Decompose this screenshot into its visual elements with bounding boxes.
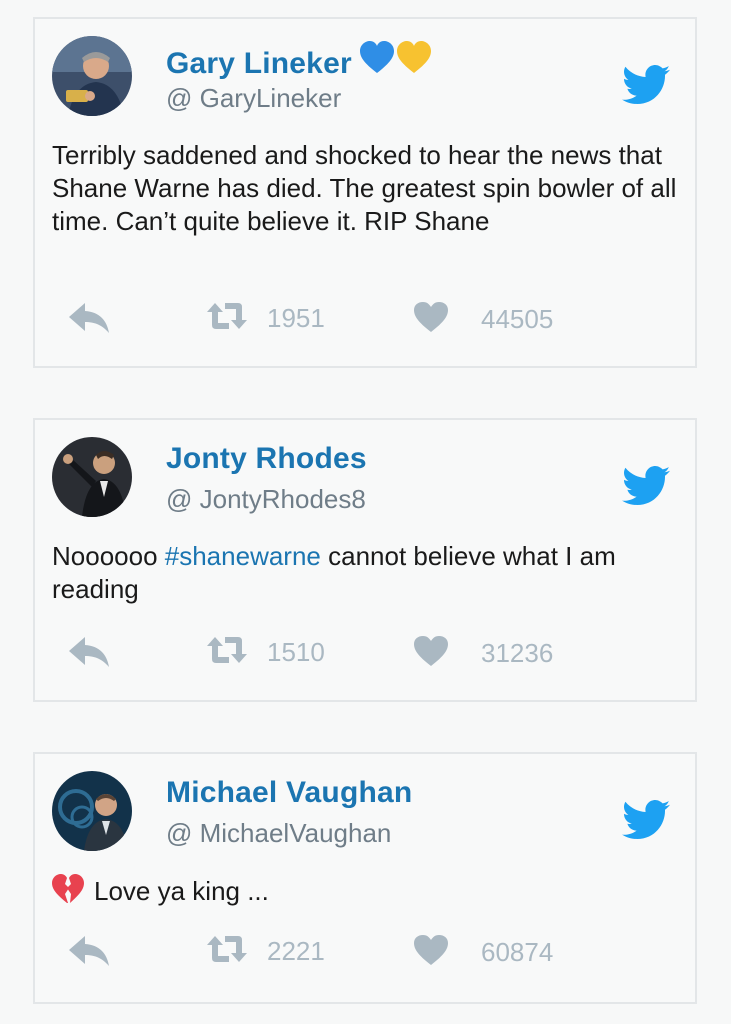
- retweet-count: 1510: [267, 637, 325, 667]
- reply-button[interactable]: [67, 934, 111, 973]
- like-button[interactable]: 60874: [413, 934, 553, 971]
- retweet-button[interactable]: 2221: [205, 934, 325, 969]
- user-name[interactable]: Gary Lineker: [166, 41, 432, 83]
- like-count: 60874: [481, 937, 554, 967]
- tweet-card[interactable]: Jonty Rhodes @ JontyRhodes8 Noooooo #sha…: [33, 418, 697, 702]
- retweet-count: 1951: [267, 303, 325, 333]
- avatar[interactable]: [52, 36, 132, 116]
- user-handle[interactable]: @ GaryLineker: [166, 83, 341, 114]
- retweet-icon: [205, 301, 249, 336]
- tweet-actions: 2221 60874: [35, 934, 695, 974]
- reply-arrow-icon: [67, 301, 111, 340]
- user-name[interactable]: Michael Vaughan: [166, 776, 412, 810]
- tweet-text-body: Love ya king ...: [94, 876, 269, 906]
- like-count: 31236: [481, 638, 554, 668]
- reply-button[interactable]: [67, 301, 111, 340]
- tweet-text: Terribly saddened and shocked to hear th…: [52, 140, 677, 236]
- tweet-text-prefix: Noooooo: [52, 541, 165, 571]
- tweet-actions: 1510 31236: [35, 635, 695, 675]
- retweet-icon: [205, 934, 249, 969]
- tweet-actions: 1951 44505: [35, 301, 695, 341]
- heart-icon: [413, 635, 449, 672]
- like-button[interactable]: 44505: [413, 301, 553, 338]
- tweet-text: Noooooo #shanewarne cannot believe what …: [52, 540, 677, 606]
- avatar[interactable]: [52, 437, 132, 517]
- reply-arrow-icon: [67, 635, 111, 674]
- tweet-card[interactable]: Gary Lineker @ GaryLineker Terribly sadd…: [33, 17, 697, 368]
- reply-arrow-icon: [67, 934, 111, 973]
- twitter-bird-icon: [622, 800, 670, 840]
- avatar[interactable]: [52, 771, 132, 851]
- retweet-button[interactable]: 1951: [205, 301, 325, 336]
- twitter-bird-icon: [622, 65, 670, 105]
- user-name-text[interactable]: Gary Lineker: [166, 47, 352, 80]
- like-button[interactable]: 31236: [413, 635, 553, 672]
- user-handle[interactable]: @ JontyRhodes8: [166, 484, 366, 515]
- tweet-card[interactable]: Michael Vaughan @ MichaelVaughan Love ya…: [33, 752, 697, 1004]
- blue-yellow-hearts-icon: [359, 41, 432, 83]
- retweet-count: 2221: [267, 936, 325, 966]
- tweet-text: Love ya king ...: [52, 874, 677, 912]
- retweet-icon: [205, 635, 249, 670]
- reply-button[interactable]: [67, 635, 111, 674]
- heart-icon: [413, 934, 449, 971]
- like-count: 44505: [481, 304, 554, 334]
- twitter-bird-icon: [622, 466, 670, 506]
- retweet-button[interactable]: 1510: [205, 635, 325, 670]
- user-handle[interactable]: @ MichaelVaughan: [166, 818, 391, 849]
- user-name[interactable]: Jonty Rhodes: [166, 442, 367, 476]
- broken-heart-icon: [52, 874, 84, 912]
- heart-icon: [413, 301, 449, 338]
- hashtag-link[interactable]: #shanewarne: [165, 541, 321, 571]
